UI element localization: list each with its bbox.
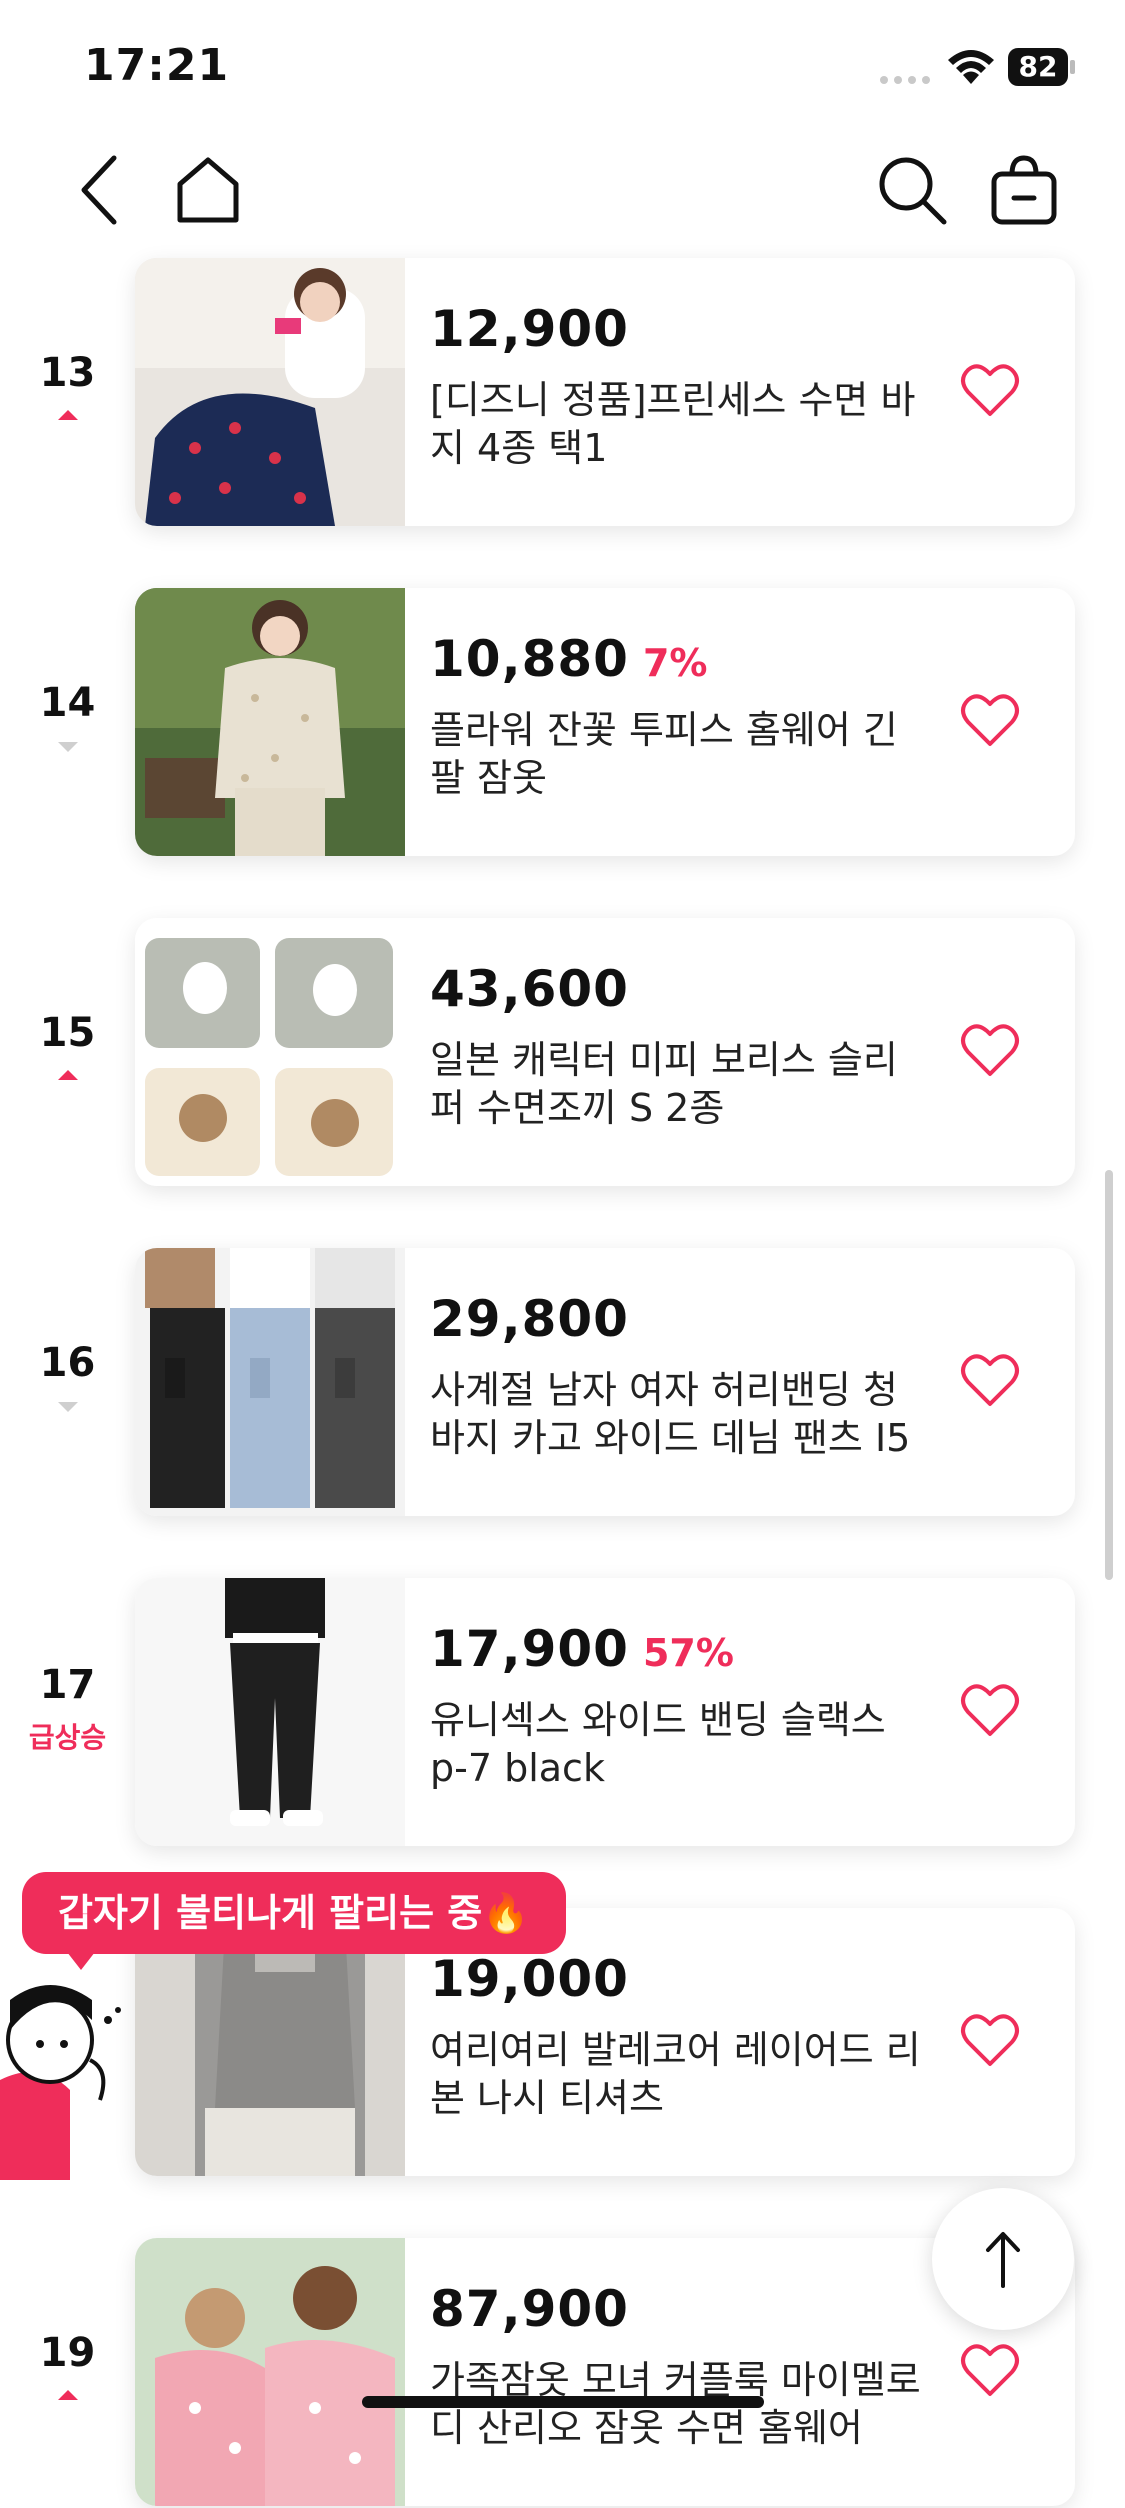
product-title: [디즈니 정품]프린세스 수면 바지 4종 택1 xyxy=(430,378,916,470)
battery-icon: 82 xyxy=(1008,48,1076,86)
product-card[interactable]: 12,900 [디즈니 정품]프린세스 수면 바지 4종 택1 xyxy=(135,258,1075,526)
rank-up-icon xyxy=(58,1070,78,1080)
product-title: 일본 캐릭터 미피 보리스 슬리퍼 수면조끼 S 2종 xyxy=(430,1038,898,1130)
product-price: 29,800 xyxy=(430,1290,629,1348)
rank-number: 17 xyxy=(39,1662,96,1708)
home-icon[interactable] xyxy=(168,150,248,230)
product-title: 플라워 잔꽃 투피스 홈웨어 긴팔 잠옷 xyxy=(430,708,898,800)
heart-icon[interactable] xyxy=(960,1682,1020,1738)
product-card[interactable]: 10,880 7% 플라워 잔꽃 투피스 홈웨어 긴팔 잠옷 xyxy=(135,588,1075,856)
rank-number: 15 xyxy=(39,1010,96,1056)
product-price: 87,900 xyxy=(430,2280,629,2338)
mascot-illustration xyxy=(0,1985,121,2180)
scrollbar[interactable] xyxy=(1105,1170,1113,1580)
heart-icon[interactable] xyxy=(960,692,1020,748)
price-value: 10,880 xyxy=(430,630,629,688)
wifi-icon xyxy=(948,50,994,84)
product-price: 19,000 xyxy=(430,1950,629,2008)
rank-down-icon xyxy=(58,1402,78,1412)
scroll-top-button[interactable] xyxy=(932,2188,1074,2330)
rank-number: 13 xyxy=(39,350,96,396)
product-price: 43,600 xyxy=(430,960,629,1018)
discount-rate: 57% xyxy=(642,1631,734,1675)
heart-icon[interactable] xyxy=(960,2012,1020,2068)
discount-rate: 7% xyxy=(642,641,708,685)
rank-up-icon xyxy=(58,410,78,420)
product-image[interactable] xyxy=(135,918,405,1186)
product-card[interactable]: 29,800 사계절 남자 여자 허리밴딩 청바지 카고 와이드 데님 팬츠 I… xyxy=(135,1248,1075,1516)
cellular-signal-icon xyxy=(880,76,932,84)
product-price: 17,900 57% xyxy=(430,1620,734,1678)
product-title: 여리여리 발레코어 레이어드 리본 나시 티셔츠 xyxy=(430,2028,921,2120)
rank-up-icon xyxy=(58,2390,78,2400)
product-image[interactable] xyxy=(135,588,405,856)
rank-number: 16 xyxy=(39,1340,96,1386)
product-image[interactable] xyxy=(135,2238,405,2506)
list-item[interactable]: 13 12,900 [디즈니 정품]프린세스 수면 바지 4종 택1 xyxy=(0,258,1125,528)
price-value: 29,800 xyxy=(430,1290,629,1348)
price-value: 12,900 xyxy=(430,300,629,358)
bag-icon[interactable] xyxy=(984,150,1064,230)
product-image[interactable] xyxy=(135,1248,405,1516)
top-nav xyxy=(0,140,1125,250)
product-image[interactable] xyxy=(135,258,405,526)
status-bar: 17:21 82 xyxy=(0,0,1125,130)
product-card[interactable]: 17,900 57% 유니섹스 와이드 밴딩 슬랙스 p-7 black xyxy=(135,1578,1075,1846)
product-price: 12,900 xyxy=(430,300,629,358)
list-item[interactable]: 15 43,600 일본 캐릭터 미피 보리스 슬리퍼 수면조끼 S 2종 xyxy=(0,918,1125,1188)
product-title: 사계절 남자 여자 허리밴딩 청바지 카고 와이드 데님 팬츠 I5 xyxy=(430,1368,911,1460)
product-image[interactable] xyxy=(135,1578,405,1846)
price-value: 43,600 xyxy=(430,960,629,1018)
search-icon[interactable] xyxy=(872,150,952,230)
product-price: 10,880 7% xyxy=(430,630,707,688)
price-value: 17,900 xyxy=(430,1620,629,1678)
arrow-up-icon xyxy=(986,2232,1020,2288)
rank-down-icon xyxy=(58,742,78,752)
heart-icon[interactable] xyxy=(960,2342,1020,2398)
battery-level: 82 xyxy=(1008,48,1068,86)
product-title: 유니섹스 와이드 밴딩 슬랙스 p-7 black xyxy=(430,1698,886,1790)
back-icon[interactable] xyxy=(62,150,142,230)
heart-icon[interactable] xyxy=(960,1022,1020,1078)
heart-icon[interactable] xyxy=(960,362,1020,418)
home-indicator xyxy=(362,2396,764,2408)
status-time: 17:21 xyxy=(84,40,230,91)
product-card[interactable]: 43,600 일본 캐릭터 미피 보리스 슬리퍼 수면조끼 S 2종 xyxy=(135,918,1075,1186)
list-item[interactable]: 16 29,800 사계절 남자 여자 허리밴딩 청바지 카고 와이드 데님 팬… xyxy=(0,1248,1125,1518)
list-item[interactable]: 14 10,880 7% 플라워 잔꽃 투피스 홈웨어 긴팔 잠옷 xyxy=(0,588,1125,858)
list-item[interactable]: 17 급상승 17,900 57% 유니섹스 와이드 밴딩 슬랙스 p-7 bla… xyxy=(0,1578,1125,1848)
trending-tooltip: 갑자기 불티나게 팔리는 중🔥 xyxy=(22,1872,566,1970)
rank-number: 14 xyxy=(39,680,96,726)
price-value: 87,900 xyxy=(430,2280,629,2338)
heart-icon[interactable] xyxy=(960,1352,1020,1408)
price-value: 19,000 xyxy=(430,1950,629,2008)
rank-number: 19 xyxy=(39,2330,96,2376)
rank-hot-label: 급상승 xyxy=(28,1721,107,1754)
